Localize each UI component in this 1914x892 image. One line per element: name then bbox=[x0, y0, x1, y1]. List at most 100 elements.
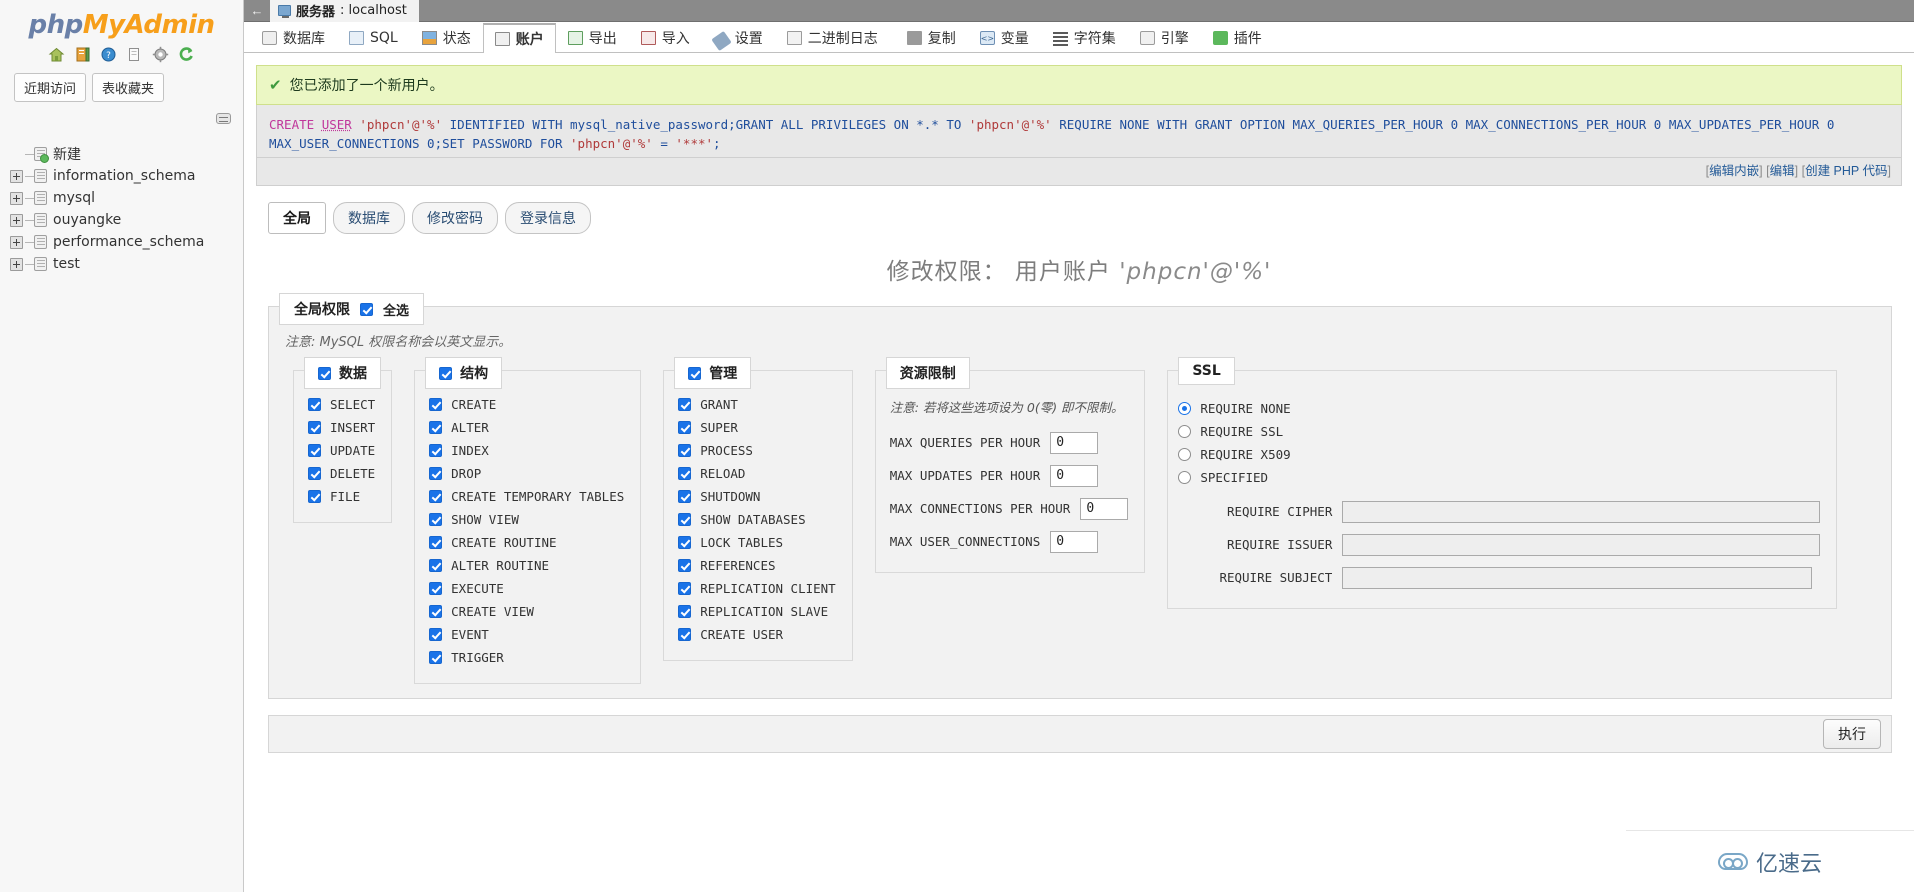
tab-import[interactable]: 导入 bbox=[629, 23, 702, 52]
max-user-connections-input[interactable] bbox=[1050, 530, 1099, 553]
edit-inline-link[interactable]: 编辑内嵌 bbox=[1709, 164, 1759, 178]
privilege-checkbox-create-routine[interactable] bbox=[429, 536, 443, 549]
recent-tables-button[interactable]: 近期访问 bbox=[14, 73, 87, 102]
server-breadcrumb[interactable]: 服务器: localhost bbox=[270, 0, 419, 22]
group-structure-checkbox[interactable] bbox=[439, 366, 453, 380]
tab-engines[interactable]: 引擎 bbox=[1128, 23, 1201, 52]
subtab-database[interactable]: 数据库 bbox=[333, 202, 405, 234]
expand-icon[interactable] bbox=[10, 235, 23, 249]
privilege-row[interactable]: CREATE TEMPORARY TABLES bbox=[429, 485, 624, 508]
privilege-checkbox-show-view[interactable] bbox=[429, 513, 443, 526]
privilege-checkbox-shutdown[interactable] bbox=[678, 490, 692, 503]
privilege-row[interactable]: GRANT bbox=[678, 393, 835, 416]
privilege-row[interactable]: DELETE bbox=[308, 462, 375, 485]
privilege-row[interactable]: SELECT bbox=[308, 393, 375, 416]
subtab-login-information[interactable]: 登录信息 bbox=[505, 202, 591, 234]
collapse-navigation-icon[interactable] bbox=[216, 113, 231, 124]
privilege-row[interactable]: FILE bbox=[308, 485, 375, 508]
privilege-row[interactable]: RELOAD bbox=[678, 462, 835, 485]
expand-icon[interactable] bbox=[10, 213, 23, 227]
subtab-global[interactable]: 全局 bbox=[268, 202, 326, 234]
require-subject-input[interactable] bbox=[1342, 566, 1813, 589]
privilege-checkbox-insert[interactable] bbox=[308, 421, 321, 434]
privilege-row[interactable]: REFERENCES bbox=[678, 554, 835, 577]
privilege-row[interactable]: SHOW DATABASES bbox=[678, 508, 835, 531]
privilege-checkbox-select[interactable] bbox=[308, 398, 321, 411]
tab-databases[interactable]: 数据库 bbox=[250, 23, 337, 52]
tree-item-ouyangke[interactable]: ouyangke bbox=[10, 209, 243, 231]
privilege-checkbox-replication-client[interactable] bbox=[678, 582, 692, 595]
tab-binary-log[interactable]: 二进制日志 bbox=[775, 23, 890, 52]
ssl-radio-require-ssl[interactable] bbox=[1178, 425, 1192, 438]
privilege-checkbox-drop[interactable] bbox=[429, 467, 443, 480]
tree-item-mysql[interactable]: mysql bbox=[10, 187, 243, 209]
privilege-row[interactable]: ALTER ROUTINE bbox=[429, 554, 624, 577]
tab-accounts[interactable]: 账户 bbox=[482, 23, 556, 53]
create-php-code-link[interactable]: 创建 PHP 代码 bbox=[1805, 164, 1887, 178]
privilege-checkbox-index[interactable] bbox=[429, 444, 443, 457]
ssl-radio-require-none[interactable] bbox=[1178, 402, 1192, 415]
ssl-option-row[interactable]: REQUIRE SSL bbox=[1178, 420, 1820, 443]
tree-item-test[interactable]: test bbox=[10, 253, 243, 275]
privilege-checkbox-update[interactable] bbox=[308, 444, 321, 457]
privilege-row[interactable]: PROCESS bbox=[678, 439, 835, 462]
document-icon[interactable] bbox=[74, 46, 91, 63]
home-icon[interactable] bbox=[48, 46, 65, 63]
privilege-checkbox-event[interactable] bbox=[429, 628, 443, 641]
privilege-checkbox-create-temporary-tables[interactable] bbox=[429, 490, 443, 503]
privilege-row[interactable]: CREATE USER bbox=[678, 623, 835, 646]
privilege-row[interactable]: SHUTDOWN bbox=[678, 485, 835, 508]
privilege-checkbox-replication-slave[interactable] bbox=[678, 605, 692, 618]
privilege-checkbox-create-view[interactable] bbox=[429, 605, 443, 618]
privilege-checkbox-trigger[interactable] bbox=[429, 651, 443, 664]
expand-icon[interactable] bbox=[10, 169, 23, 183]
ssl-option-row[interactable]: SPECIFIED bbox=[1178, 466, 1820, 489]
privilege-row[interactable]: DROP bbox=[429, 462, 624, 485]
privilege-row[interactable]: ALTER bbox=[429, 416, 624, 439]
help-icon[interactable]: ? bbox=[100, 46, 117, 63]
privilege-row[interactable]: LOCK TABLES bbox=[678, 531, 835, 554]
phpmyadmin-logo[interactable]: phpMyAdmin bbox=[0, 0, 243, 42]
privilege-checkbox-create-user[interactable] bbox=[678, 628, 692, 641]
group-administration-checkbox[interactable] bbox=[688, 366, 702, 380]
ssl-radio-specified[interactable] bbox=[1178, 471, 1192, 484]
expand-icon[interactable] bbox=[10, 191, 23, 205]
group-data-checkbox[interactable] bbox=[318, 366, 331, 380]
tab-variables[interactable]: <> 变量 bbox=[968, 23, 1041, 52]
max-queries-per-hour-input[interactable] bbox=[1050, 431, 1099, 454]
privilege-checkbox-references[interactable] bbox=[678, 559, 692, 572]
edit-link[interactable]: 编辑 bbox=[1770, 164, 1795, 178]
require-issuer-input[interactable] bbox=[1342, 533, 1821, 556]
tab-sql[interactable]: SQL bbox=[337, 23, 410, 52]
subtab-change-password[interactable]: 修改密码 bbox=[412, 202, 498, 234]
privilege-checkbox-alter-routine[interactable] bbox=[429, 559, 443, 572]
tab-settings[interactable]: 设置 bbox=[702, 23, 775, 52]
privilege-checkbox-execute[interactable] bbox=[429, 582, 443, 595]
privilege-row[interactable]: INSERT bbox=[308, 416, 375, 439]
privilege-checkbox-process[interactable] bbox=[678, 444, 692, 457]
tree-item-information-schema[interactable]: information_schema bbox=[10, 165, 243, 187]
privilege-row[interactable]: CREATE ROUTINE bbox=[429, 531, 624, 554]
favorite-tables-button[interactable]: 表收藏夹 bbox=[92, 73, 165, 102]
back-arrow-icon[interactable]: ← bbox=[244, 3, 270, 18]
privilege-row[interactable]: INDEX bbox=[429, 439, 624, 462]
tab-export[interactable]: 导出 bbox=[556, 23, 629, 52]
privilege-row[interactable]: SHOW VIEW bbox=[429, 508, 624, 531]
gear-icon[interactable] bbox=[152, 46, 169, 63]
max-updates-per-hour-input[interactable] bbox=[1050, 464, 1099, 487]
privilege-row[interactable]: EXECUTE bbox=[429, 577, 624, 600]
privilege-row[interactable]: SUPER bbox=[678, 416, 835, 439]
privilege-row[interactable]: EVENT bbox=[429, 623, 624, 646]
tab-charsets[interactable]: 字符集 bbox=[1041, 23, 1128, 52]
privilege-row[interactable]: CREATE bbox=[429, 393, 624, 416]
privilege-checkbox-show-databases[interactable] bbox=[678, 513, 692, 526]
ssl-option-row[interactable]: REQUIRE NONE bbox=[1178, 397, 1820, 420]
privilege-checkbox-grant[interactable] bbox=[678, 398, 692, 411]
require-cipher-input[interactable] bbox=[1342, 500, 1821, 523]
privilege-checkbox-create[interactable] bbox=[429, 398, 443, 411]
privilege-checkbox-lock-tables[interactable] bbox=[678, 536, 692, 549]
privilege-row[interactable]: TRIGGER bbox=[429, 646, 624, 669]
tab-status[interactable]: 状态 bbox=[410, 23, 483, 52]
privilege-row[interactable]: REPLICATION CLIENT bbox=[678, 577, 836, 600]
max-connections-per-hour-input[interactable] bbox=[1080, 497, 1129, 520]
